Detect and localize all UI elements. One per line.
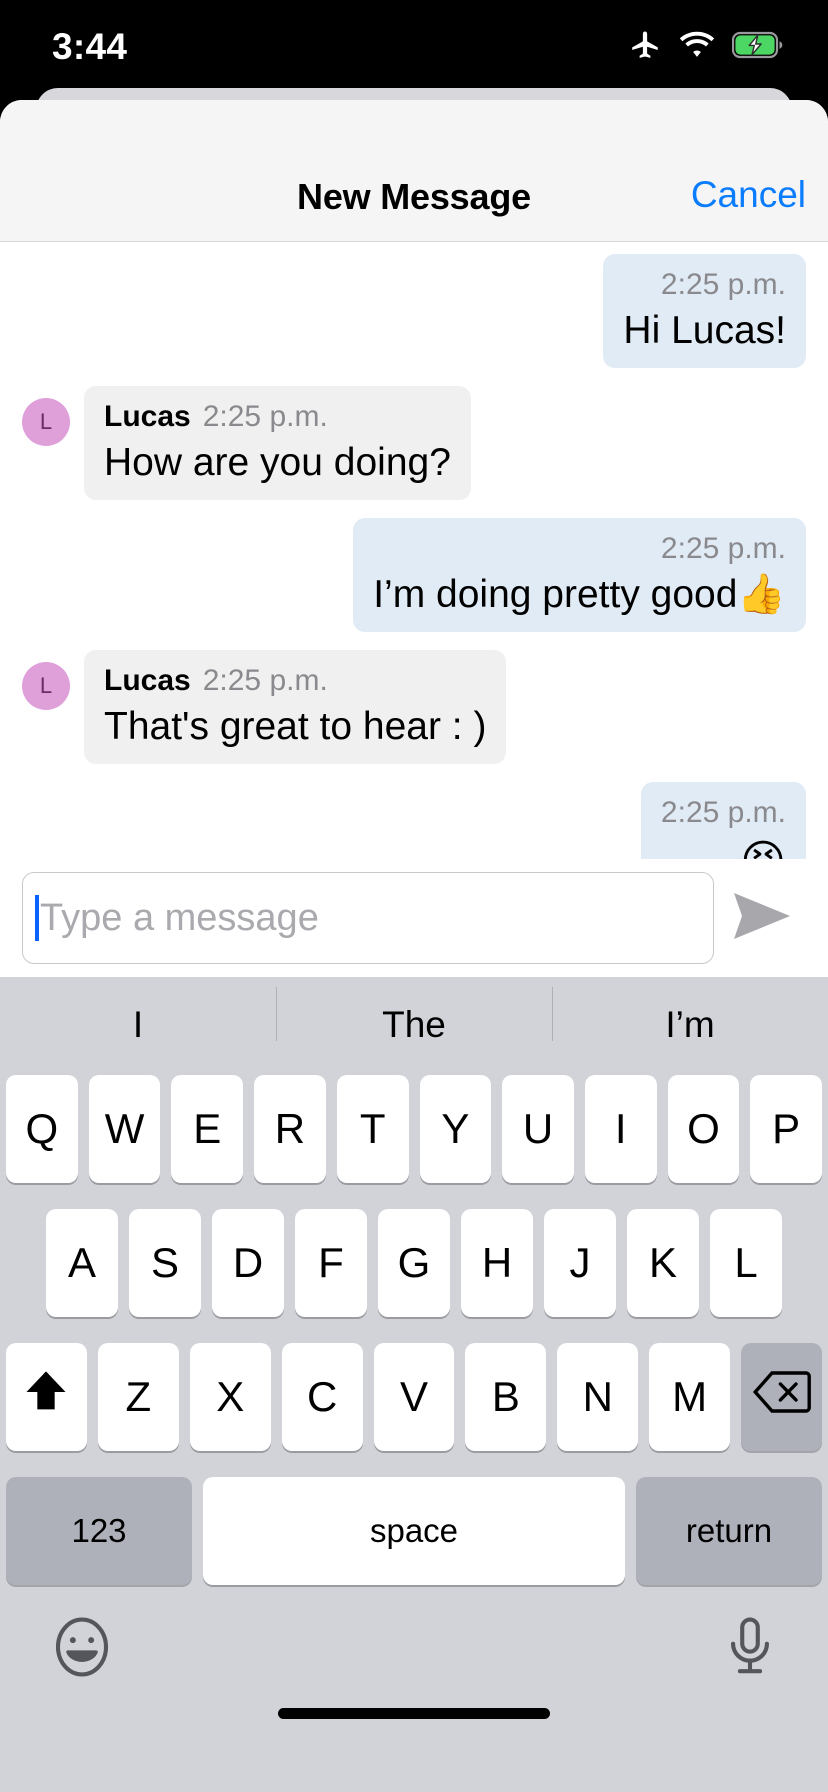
key-h[interactable]: H [461,1209,533,1317]
keyboard-row-3: Z X C V B N M [0,1341,828,1453]
message-bubble-outgoing[interactable]: 2:25 p.m. I’m doing pretty good👍 [353,518,806,633]
keyboard-row-4: 123 space return [0,1475,828,1587]
message-row: L Lucas 2:25 p.m. That's great to hear : … [0,650,828,765]
backspace-icon [752,1370,812,1424]
emoji-smiley-icon[interactable] [50,1615,114,1684]
message-sender: Lucas [104,664,191,698]
send-arrow-icon [730,889,794,948]
space-key[interactable]: space [203,1477,625,1585]
prediction-0[interactable]: I [0,1004,276,1046]
key-k[interactable]: K [627,1209,699,1317]
message-input[interactable]: Type a message [22,872,714,964]
key-u[interactable]: U [502,1075,574,1183]
return-key[interactable]: return [636,1477,822,1585]
cancel-button[interactable]: Cancel [691,174,806,216]
message-bubble-outgoing[interactable]: 2:25 p.m. Hi Lucas! [603,254,806,369]
key-m[interactable]: M [649,1343,731,1451]
shift-arrow-icon [20,1366,72,1428]
key-d[interactable]: D [212,1209,284,1317]
conversation-list[interactable]: 2:25 p.m. Hi Lucas! L Lucas 2:25 p.m. How… [0,242,828,903]
message-row: 2:25 p.m. Hi Lucas! [0,254,828,369]
numbers-key[interactable]: 123 [6,1477,192,1585]
key-z[interactable]: Z [97,1343,179,1451]
key-l[interactable]: L [710,1209,782,1317]
message-composer: Type a message [0,859,828,977]
microphone-icon[interactable] [722,1615,778,1684]
key-j[interactable]: J [544,1209,616,1317]
message-row: L Lucas 2:25 p.m. How are you doing? [0,386,828,501]
predictive-text-bar: I The I’m [0,977,828,1073]
key-g[interactable]: G [378,1209,450,1317]
wifi-icon [679,30,715,60]
status-icon-group [628,28,784,62]
key-b[interactable]: B [465,1343,547,1451]
key-o[interactable]: O [667,1075,740,1183]
airplane-mode-icon [628,28,662,62]
new-message-sheet: New Message Cancel 2:25 p.m. Hi Lucas! L… [0,100,828,1792]
key-f[interactable]: F [295,1209,367,1317]
message-timestamp: 2:25 p.m. [660,796,786,830]
key-w[interactable]: W [88,1075,161,1183]
keyboard-bottom-bar [0,1587,828,1737]
send-button[interactable] [714,872,810,964]
message-timestamp: 2:25 p.m. [660,268,786,301]
message-bubble-incoming[interactable]: Lucas 2:25 p.m. How are you doing? [84,386,471,501]
message-text: How are you doing? [104,440,451,484]
message-sender: Lucas [104,400,191,434]
key-r[interactable]: R [254,1075,326,1183]
phone-screen: 3:44 New Message Cancel 2:25 p.m. Hi Luc… [0,0,828,1792]
key-t[interactable]: T [336,1075,409,1183]
key-p[interactable]: P [750,1075,823,1183]
message-bubble-incoming[interactable]: Lucas 2:25 p.m. That's great to hear : ) [84,650,507,765]
key-y[interactable]: Y [419,1075,492,1183]
key-x[interactable]: X [189,1343,271,1451]
status-time: 3:44 [52,26,128,67]
key-c[interactable]: C [281,1343,363,1451]
shift-key[interactable] [6,1343,87,1451]
backspace-key[interactable] [741,1343,823,1451]
key-n[interactable]: N [557,1343,639,1451]
sheet-navigation-bar: New Message Cancel [0,100,828,242]
prediction-2[interactable]: I’m [552,987,828,1046]
key-a[interactable]: A [46,1209,118,1317]
key-s[interactable]: S [129,1209,201,1317]
on-screen-keyboard: I The I’m Q W E R T Y U I O P A S D F G … [0,977,828,1792]
keyboard-row-1: Q W E R T Y U I O P [0,1073,828,1185]
message-text: Hi Lucas! [623,308,786,352]
message-meta: Lucas 2:25 p.m. [104,398,451,436]
message-input-placeholder: Type a message [40,896,319,939]
keyboard-row-2: A S D F G H J K L [0,1207,828,1319]
message-timestamp: 2:25 p.m. [202,664,328,698]
text-caret [35,895,39,941]
message-row: 2:25 p.m. I’m doing pretty good👍 [0,518,828,633]
key-i[interactable]: I [584,1075,657,1183]
key-q[interactable]: Q [5,1075,78,1183]
key-v[interactable]: V [373,1343,455,1451]
message-meta: Lucas 2:25 p.m. [104,662,486,700]
avatar: L [22,662,70,711]
home-indicator [278,1708,550,1719]
avatar: L [22,398,70,447]
status-bar: 3:44 [0,0,828,92]
message-timestamp: 2:25 p.m. [660,532,786,566]
message-text: I’m doing pretty good👍 [373,572,786,616]
message-timestamp: 2:25 p.m. [202,400,328,434]
prediction-1[interactable]: The [276,987,552,1046]
message-text: That's great to hear : ) [104,704,487,748]
key-e[interactable]: E [171,1075,244,1183]
battery-charging-icon [732,30,784,60]
